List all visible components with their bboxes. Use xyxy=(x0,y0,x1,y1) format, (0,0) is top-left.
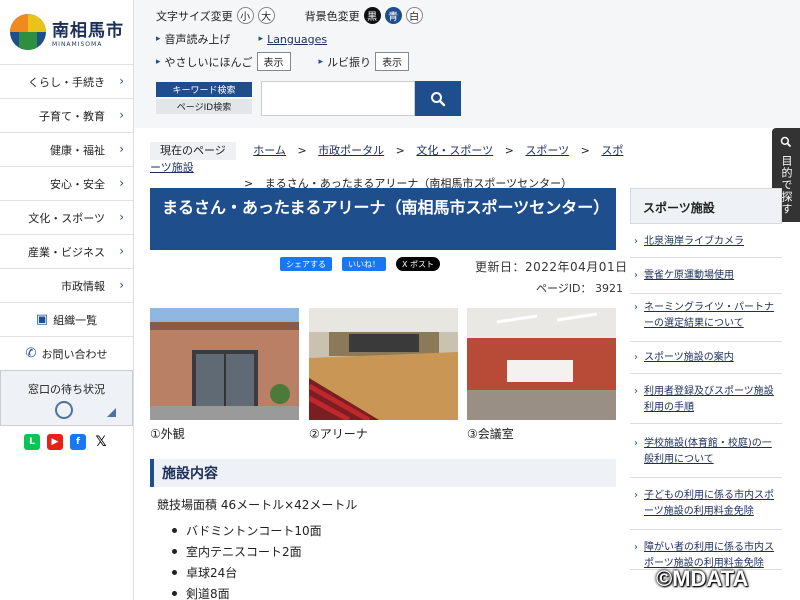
ruby-show-button[interactable]: 表示 xyxy=(375,52,410,71)
wait-status-panel[interactable]: 窓口の待ち状況 xyxy=(0,370,133,426)
sidebar-item-disabled-fee-waiver[interactable]: 障がい者の利用に係る市内スポーツ施設の利用料金免除 xyxy=(630,530,782,570)
breadcrumb-home[interactable]: ホーム xyxy=(253,144,286,157)
list-item: バドミントンコート10面 xyxy=(172,522,322,543)
sidebar-heading: スポーツ施設 xyxy=(630,188,782,224)
easy-japanese-label: やさしいにほんご xyxy=(164,55,253,69)
list-item: 卓球24台 xyxy=(172,564,322,585)
corner-arrow-icon xyxy=(107,408,116,417)
breadcrumb-here-label: 現在のページ xyxy=(150,142,236,160)
photo-arena xyxy=(309,308,458,420)
nav-item-kosodate[interactable]: 子育て・教育 xyxy=(0,98,133,132)
readaloud-link[interactable]: 音声読み上げ xyxy=(165,31,231,47)
list-item: 室内テニスコート2面 xyxy=(172,543,322,564)
related-sidebar: スポーツ施設 北泉海岸ライブカメラ 雲雀ケ原運動場使用 ネーミングライツ・パート… xyxy=(630,188,782,570)
facebook-icon[interactable]: f xyxy=(70,434,86,450)
chevron-right-icon: ▸ xyxy=(156,56,161,67)
font-large-button[interactable]: 大 xyxy=(257,7,275,24)
updated-date: 更新日：2022年04月01日 xyxy=(475,260,628,274)
social-links: L ▶ f 𝕏 xyxy=(0,426,133,450)
font-small-button[interactable]: 小 xyxy=(236,7,254,24)
share-buttons: シェアする いいね！ X ポスト xyxy=(280,257,441,271)
left-sidebar: 南相馬市 MINAMISOMA くらし・手続き 子育て・教育 健康・福祉 安心・… xyxy=(0,0,134,600)
bg-blue-button[interactable]: 青 xyxy=(384,7,402,24)
facebook-share-button[interactable]: シェアする xyxy=(280,257,332,271)
tab-keyword-search[interactable]: キーワード検索 xyxy=(156,82,252,97)
photo-caption-arena: ②アリーナ xyxy=(309,427,368,441)
chevron-right-icon: ▸ xyxy=(258,34,264,44)
x-icon[interactable]: 𝕏 xyxy=(93,434,109,450)
search-input[interactable] xyxy=(261,81,415,116)
nav-item-kurashi[interactable]: くらし・手続き xyxy=(0,64,133,98)
nav-item-sangyo[interactable]: 産業・ビジネス xyxy=(0,234,133,268)
youtube-icon[interactable]: ▶ xyxy=(47,434,63,450)
bg-color-label: 背景色変更 xyxy=(304,9,360,23)
sidebar-item-naming-rights[interactable]: ネーミングライツ・パートナーの選定結果について xyxy=(630,294,782,342)
org-chart-icon: ▣ xyxy=(35,312,49,327)
sidebar-item-user-registration[interactable]: 利用者登録及びスポーツ施設利用の手順 xyxy=(630,374,782,424)
area-text: 競技場面積 46メートル×42メートル xyxy=(157,498,358,512)
sidebar-item-school-facilities[interactable]: 学校施設(体育館・校庭)の一般利用について xyxy=(630,424,782,478)
list-item: 剣道8面 xyxy=(172,585,322,600)
breadcrumb-sports[interactable]: スポーツ xyxy=(525,144,569,157)
photo-caption-meeting-room: ③会議室 xyxy=(467,427,514,441)
sidebar-item-hibarigahara[interactable]: 雲雀ケ原運動場使用 xyxy=(630,258,782,294)
logo-roman-name: MINAMISOMA xyxy=(52,41,103,48)
nav-item-org[interactable]: ▣ 組織一覧 xyxy=(0,302,133,336)
search-icon xyxy=(780,136,792,148)
org-label: 組織一覧 xyxy=(53,313,98,327)
wait-status-label: 窓口の待ち状況 xyxy=(28,383,105,396)
breadcrumb-culture-sports[interactable]: 文化・スポーツ xyxy=(416,144,493,157)
logo-city-name: 南相馬市 xyxy=(52,21,124,41)
nav-item-anshin[interactable]: 安心・安全 xyxy=(0,166,133,200)
chevron-right-icon: ▸ xyxy=(318,56,324,67)
photo-exterior xyxy=(150,308,299,420)
section-heading: 施設内容 xyxy=(150,459,616,487)
sidebar-item-live-camera[interactable]: 北泉海岸ライブカメラ xyxy=(630,224,782,258)
font-size-label: 文字サイズ変更 xyxy=(156,9,233,23)
copyright-watermark: ©MDATA xyxy=(656,566,749,591)
search-button[interactable] xyxy=(415,81,461,116)
photo-meeting-room xyxy=(467,308,616,420)
header: 文字サイズ変更 小 大 背景色変更 黒 青 白 ▸ 音声読み上げ ▸ Langu… xyxy=(134,0,800,128)
facility-list: バドミントンコート10面 室内テニスコート2面 卓球24台 剣道8面 xyxy=(172,522,322,600)
ruby-label: ルビ振り xyxy=(327,55,372,69)
site-logo[interactable]: 南相馬市 MINAMISOMA xyxy=(0,0,133,64)
city-emblem-icon xyxy=(10,14,46,50)
sidebar-item-child-fee-waiver[interactable]: 子どもの利用に係る市内スポーツ施設の利用料金免除 xyxy=(630,478,782,530)
bg-white-button[interactable]: 白 xyxy=(405,7,423,24)
breadcrumb-portal[interactable]: 市政ポータル xyxy=(318,144,384,157)
languages-link[interactable]: Languages xyxy=(267,33,327,46)
search-icon xyxy=(431,91,446,106)
page-title: まるさん・あったまるアリーナ（南相馬市スポーツセンター） xyxy=(150,188,616,250)
easy-japanese-show-button[interactable]: 表示 xyxy=(256,52,291,71)
line-icon[interactable]: L xyxy=(24,434,40,450)
facebook-like-button[interactable]: いいね！ xyxy=(342,257,386,271)
chevron-right-icon: ▸ xyxy=(156,34,161,44)
breadcrumb: 現在のページ ホーム > 市政ポータル > 文化・スポーツ > スポーツ > ス… xyxy=(150,142,624,190)
phone-icon: ✆ xyxy=(25,346,37,361)
nav-item-shisei[interactable]: 市政情報 xyxy=(0,268,133,302)
contact-label: お問い合わせ xyxy=(41,347,108,361)
x-post-button[interactable]: X ポスト xyxy=(396,257,441,271)
nav-item-contact[interactable]: ✆ お問い合わせ xyxy=(0,336,133,370)
nav-item-kenko[interactable]: 健康・福祉 xyxy=(0,132,133,166)
search-tabs: キーワード検索 ページID検索 xyxy=(156,82,252,116)
bg-black-button[interactable]: 黒 xyxy=(363,7,381,24)
sidebar-item-facility-guide[interactable]: スポーツ施設の案内 xyxy=(630,342,782,374)
page-id: ページID： 3921 xyxy=(536,282,623,295)
nav-item-bunka[interactable]: 文化・スポーツ xyxy=(0,200,133,234)
tab-pageid-search[interactable]: ページID検索 xyxy=(156,99,252,114)
photo-caption-exterior: ①外観 xyxy=(150,427,185,441)
clock-icon xyxy=(55,401,73,419)
